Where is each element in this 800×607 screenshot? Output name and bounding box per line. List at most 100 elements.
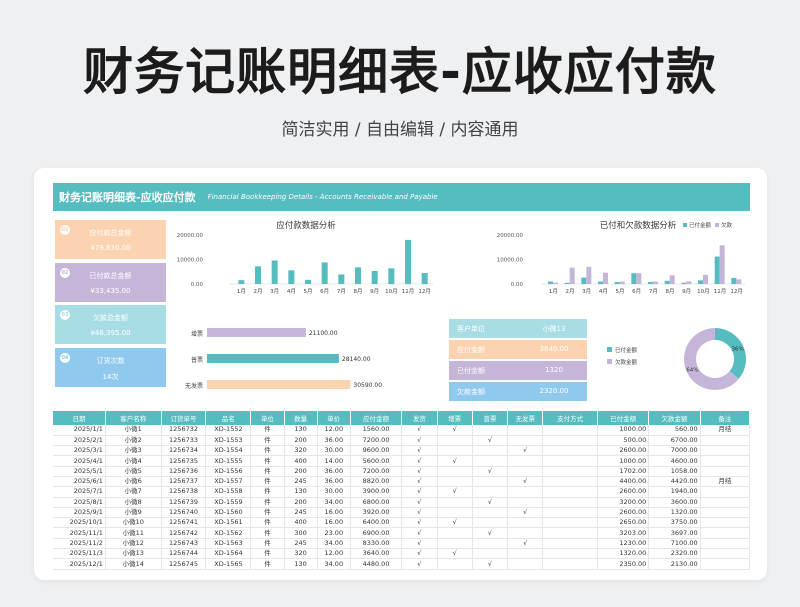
table-cell[interactable]: 1256733 bbox=[161, 435, 207, 447]
column-header[interactable]: 发货 bbox=[401, 411, 438, 425]
table-cell[interactable]: 月结 bbox=[700, 425, 751, 436]
table-cell[interactable] bbox=[542, 497, 598, 508]
table-cell[interactable]: 1256742 bbox=[161, 527, 207, 539]
table-cell[interactable] bbox=[542, 507, 598, 519]
column-header[interactable]: 备注 bbox=[700, 411, 751, 425]
table-cell[interactable]: 1256738 bbox=[161, 486, 207, 498]
table-cell[interactable]: 2600.00 bbox=[597, 486, 650, 498]
table-cell[interactable]: 23.00 bbox=[317, 527, 351, 539]
table-cell[interactable]: 2025/1/1 bbox=[53, 425, 106, 436]
table-cell[interactable]: 200 bbox=[284, 466, 318, 477]
column-header[interactable]: 客户名称 bbox=[105, 411, 162, 425]
table-cell[interactable]: 2025/7/1 bbox=[53, 486, 106, 498]
table-cell[interactable]: XD-1559 bbox=[205, 497, 252, 508]
table-cell[interactable]: √ bbox=[401, 476, 438, 488]
table-cell[interactable]: 件 bbox=[250, 425, 285, 436]
table-cell[interactable]: √ bbox=[401, 507, 438, 519]
table-cell[interactable] bbox=[472, 445, 509, 457]
table-cell[interactable]: XD-1562 bbox=[205, 527, 252, 539]
table-cell[interactable] bbox=[437, 507, 473, 519]
table-cell[interactable]: √ bbox=[437, 486, 473, 498]
table-cell[interactable]: 2025/11/2 bbox=[53, 538, 106, 550]
table-cell[interactable]: XD-1552 bbox=[205, 425, 252, 436]
table-cell[interactable]: 2025/2/1 bbox=[53, 435, 106, 447]
table-cell[interactable]: 2650.00 bbox=[597, 517, 650, 529]
table-cell[interactable]: √ bbox=[401, 455, 438, 467]
column-header[interactable]: 数量 bbox=[284, 411, 318, 425]
table-cell[interactable]: 320 bbox=[284, 548, 318, 560]
column-header[interactable]: 增票 bbox=[437, 411, 473, 425]
table-cell[interactable]: 1256743 bbox=[161, 538, 207, 550]
table-cell[interactable] bbox=[700, 455, 751, 467]
table-cell[interactable]: 245 bbox=[284, 507, 318, 519]
table-cell[interactable]: 30.00 bbox=[317, 486, 351, 498]
table-cell[interactable]: XD-1565 bbox=[205, 558, 252, 570]
table-cell[interactable]: 1320.00 bbox=[648, 507, 701, 519]
table-cell[interactable]: 6900.00 bbox=[350, 527, 403, 539]
table-cell[interactable]: √ bbox=[472, 558, 509, 570]
table-cell[interactable]: 16.00 bbox=[317, 507, 351, 519]
table-cell[interactable]: 1000.00 bbox=[597, 425, 650, 436]
table-cell[interactable] bbox=[507, 466, 544, 477]
table-cell[interactable]: 件 bbox=[250, 497, 285, 508]
table-cell[interactable]: XD-1556 bbox=[205, 466, 252, 477]
table-cell[interactable]: 件 bbox=[250, 538, 285, 550]
table-cell[interactable]: 2025/10/1 bbox=[53, 517, 106, 529]
table-cell[interactable] bbox=[507, 548, 544, 560]
table-cell[interactable]: 400 bbox=[284, 455, 318, 467]
table-cell[interactable]: 34.00 bbox=[317, 497, 351, 508]
table-cell[interactable] bbox=[542, 476, 598, 488]
table-cell[interactable]: 6700.00 bbox=[648, 435, 701, 447]
table-cell[interactable] bbox=[472, 486, 509, 498]
table-cell[interactable]: 件 bbox=[250, 527, 285, 539]
table-cell[interactable] bbox=[472, 538, 509, 550]
table-cell[interactable]: 小微4 bbox=[105, 455, 162, 467]
table-cell[interactable] bbox=[507, 517, 544, 529]
table-cell[interactable]: √ bbox=[401, 435, 438, 447]
column-header[interactable]: 无发票 bbox=[507, 411, 544, 425]
table-cell[interactable]: 小微13 bbox=[105, 548, 162, 560]
table-cell[interactable] bbox=[542, 548, 598, 560]
table-cell[interactable]: 34.00 bbox=[317, 538, 351, 550]
table-cell[interactable] bbox=[507, 558, 544, 570]
table-cell[interactable] bbox=[542, 527, 598, 539]
table-cell[interactable]: 小微6 bbox=[105, 476, 162, 488]
column-header[interactable]: 日期 bbox=[53, 411, 106, 425]
table-cell[interactable] bbox=[437, 466, 473, 477]
table-cell[interactable]: 1702.00 bbox=[597, 466, 650, 477]
table-cell[interactable]: 245 bbox=[284, 538, 318, 550]
table-cell[interactable]: 2025/4/1 bbox=[53, 455, 106, 467]
table-cell[interactable] bbox=[437, 445, 473, 457]
table-cell[interactable]: 36.00 bbox=[317, 476, 351, 488]
table-cell[interactable]: √ bbox=[507, 538, 544, 550]
table-cell[interactable]: 1256741 bbox=[161, 517, 207, 529]
table-cell[interactable]: 3600.00 bbox=[648, 497, 701, 508]
table-cell[interactable]: 小微7 bbox=[105, 486, 162, 498]
table-cell[interactable]: 小微12 bbox=[105, 538, 162, 550]
table-cell[interactable]: √ bbox=[401, 466, 438, 477]
table-cell[interactable]: 件 bbox=[250, 517, 285, 529]
table-cell[interactable]: 件 bbox=[250, 558, 285, 570]
table-cell[interactable]: 130 bbox=[284, 486, 318, 498]
table-cell[interactable]: √ bbox=[401, 548, 438, 560]
table-cell[interactable]: 36.00 bbox=[317, 466, 351, 477]
table-cell[interactable]: 2320.00 bbox=[648, 548, 701, 560]
table-cell[interactable]: √ bbox=[401, 538, 438, 550]
column-header[interactable]: 欠款金额 bbox=[648, 411, 701, 425]
table-cell[interactable]: 件 bbox=[250, 486, 285, 498]
table-cell[interactable] bbox=[542, 538, 598, 550]
table-cell[interactable] bbox=[542, 425, 598, 436]
table-cell[interactable]: 件 bbox=[250, 476, 285, 488]
table-cell[interactable]: 3203.00 bbox=[597, 527, 650, 539]
column-header[interactable]: 支付方式 bbox=[542, 411, 598, 425]
table-cell[interactable]: 小微3 bbox=[105, 445, 162, 457]
table-cell[interactable]: 月结 bbox=[700, 476, 751, 488]
table-cell[interactable] bbox=[700, 538, 751, 550]
table-cell[interactable] bbox=[507, 435, 544, 447]
table-cell[interactable] bbox=[700, 548, 751, 560]
table-cell[interactable]: 7000.00 bbox=[648, 445, 701, 457]
table-cell[interactable]: 9600.00 bbox=[350, 445, 403, 457]
table-cell[interactable]: 1058.00 bbox=[648, 466, 701, 477]
table-cell[interactable]: 4400.00 bbox=[597, 476, 650, 488]
table-cell[interactable]: 4600.00 bbox=[648, 455, 701, 467]
